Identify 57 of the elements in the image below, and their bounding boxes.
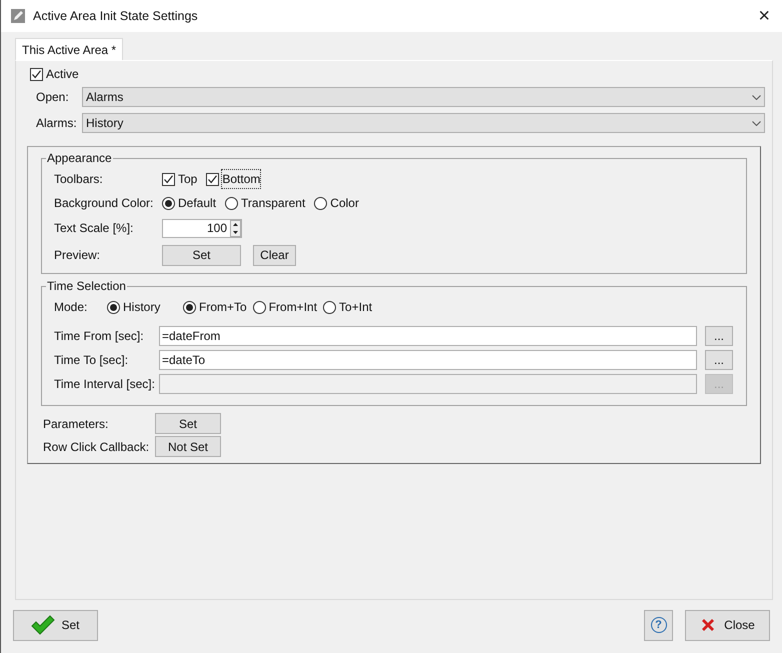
field-label: Transparent (241, 195, 306, 212)
field-label: Time From [sec]: (54, 328, 145, 345)
field-label: Alarms: (36, 115, 78, 132)
option-label: Top (178, 171, 198, 188)
text-field[interactable]: =dateTo (159, 350, 697, 370)
group-title: Appearance (46, 151, 113, 165)
radio-button[interactable] (252, 300, 266, 314)
field-label: Time Interval [sec]: (54, 376, 156, 393)
field-label: From+To (199, 299, 247, 316)
field-label: Background Color: (54, 195, 154, 212)
field-label: Time To [sec]: (54, 352, 130, 369)
field-label: Parameters: (43, 416, 110, 432)
button[interactable]: Not Set (155, 436, 221, 457)
tab[interactable]: This Active Area * (15, 38, 124, 60)
text-field[interactable]: =dateFrom (159, 326, 697, 346)
radio-button[interactable] (323, 300, 336, 314)
checkmark-icon (31, 615, 56, 635)
radio-button[interactable] (162, 196, 175, 210)
checkbox[interactable] (162, 172, 175, 186)
field-label: To+Int (339, 299, 372, 316)
pencil-icon (11, 9, 25, 23)
number-spinner[interactable]: 100 (162, 218, 242, 238)
field-label: Toolbars: (54, 171, 104, 188)
spinner-arrows-icon (230, 220, 241, 236)
cross-icon (700, 617, 716, 633)
radio-button[interactable] (107, 300, 120, 314)
dropdown[interactable]: Alarms (82, 87, 765, 107)
help-button[interactable]: ? (644, 610, 673, 640)
window-title: Active Area Init State Settings (33, 8, 198, 25)
field-label: Active (46, 66, 79, 83)
button[interactable]: Set (162, 244, 241, 266)
field-label: Row Click Callback: (43, 438, 150, 456)
radio-button[interactable] (183, 300, 196, 314)
dropdown[interactable]: History (82, 113, 765, 133)
button[interactable]: Clear (253, 244, 296, 266)
field-label: Text Scale [%]: (54, 220, 134, 237)
option-label: Bottom (222, 170, 260, 188)
close-dialog-button[interactable]: Close (685, 610, 770, 640)
radio-button[interactable] (314, 196, 328, 210)
group-title: Time Selection (46, 279, 127, 293)
field-label: History (123, 299, 160, 316)
field-label: Preview: (54, 247, 102, 264)
field-label: Color (330, 195, 359, 212)
close-button[interactable]: × (758, 6, 770, 26)
radio-button[interactable] (225, 196, 238, 210)
checkbox[interactable] (30, 68, 43, 80)
checkbox[interactable] (206, 172, 220, 186)
browse-button[interactable]: ... (705, 326, 733, 346)
chevron-down-icon (752, 94, 761, 100)
field-label: From+Int (268, 299, 318, 316)
set-button[interactable]: Set (13, 610, 98, 640)
field-label: Default (178, 195, 216, 212)
browse-button[interactable]: ... (705, 350, 733, 370)
field-label: Open: (36, 89, 70, 106)
field-label: Mode: (54, 299, 88, 316)
button[interactable]: Set (155, 413, 221, 434)
chevron-down-icon (752, 120, 761, 126)
